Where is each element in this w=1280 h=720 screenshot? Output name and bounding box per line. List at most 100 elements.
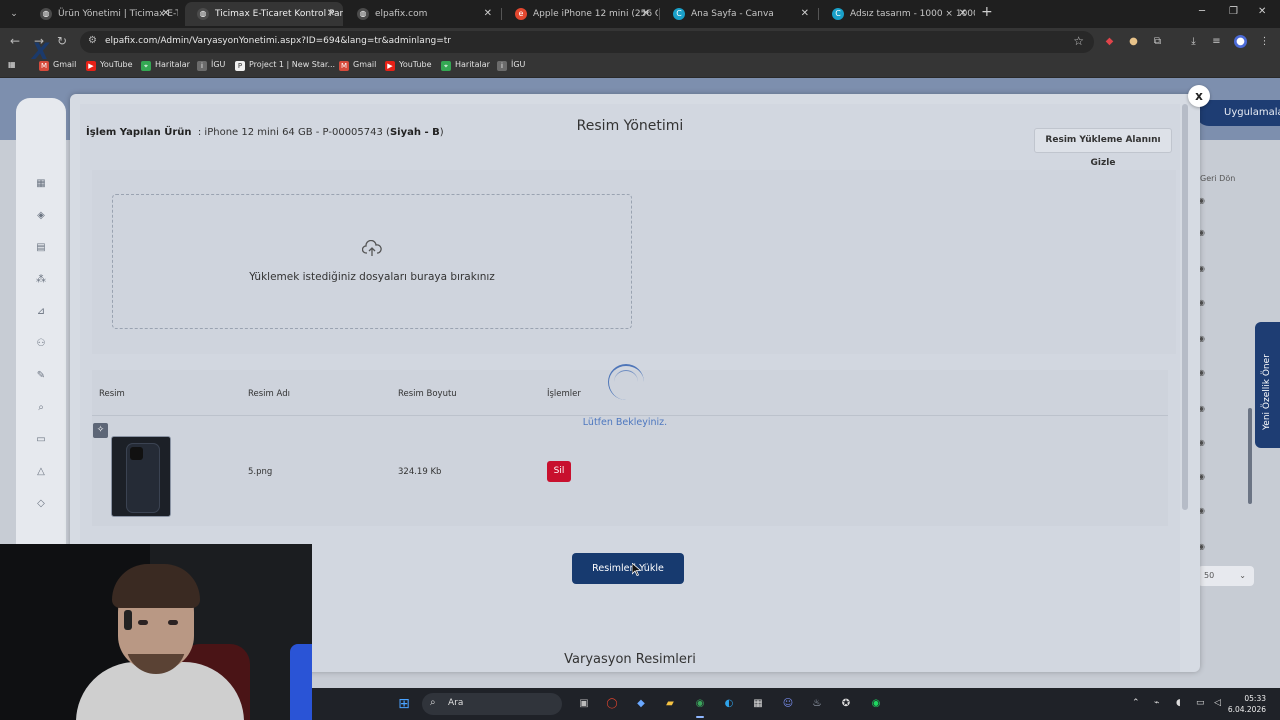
tab-canva-home[interactable]: C Ana Sayfa - Canva ✕ xyxy=(661,2,817,26)
site-info-icon[interactable]: ⚙ xyxy=(88,35,97,46)
new-tab-icon[interactable]: + xyxy=(981,4,993,20)
close-tab-icon[interactable]: ✕ xyxy=(162,2,170,26)
project-icon: P xyxy=(235,61,245,71)
omnibox[interactable]: ⚙ elpafix.com/Admin/VaryasyonYonetimi.as… xyxy=(80,31,1094,53)
opera-icon[interactable]: ◯ xyxy=(604,696,620,712)
windows-start-icon[interactable]: ⊞ xyxy=(396,696,412,712)
media-icon[interactable]: ≡ xyxy=(1210,35,1223,48)
file-explorer-icon[interactable]: ▰ xyxy=(662,696,678,712)
close-tab-icon[interactable]: ✕ xyxy=(642,2,650,26)
bookmark-youtube[interactable]: ▶ YouTube xyxy=(385,60,432,71)
taskbar-search[interactable]: ⌕ Ara xyxy=(422,693,562,715)
steam-icon[interactable]: ♨ xyxy=(809,696,825,712)
volume-icon[interactable]: ◁ xyxy=(1214,698,1221,708)
yeni-ozellik-oner-button[interactable]: Yeni Özellik Öner xyxy=(1255,322,1280,448)
column-header-resim-adi: Resim Adı xyxy=(248,389,290,399)
bookmark-label: Project 1 | New Star... xyxy=(249,60,336,69)
file-dropzone[interactable] xyxy=(112,194,632,329)
box-icon[interactable]: ◈ xyxy=(34,210,48,222)
bookmark-maps[interactable]: ⌖ Haritalar xyxy=(141,60,190,71)
tab-urun-yonetimi[interactable]: ◍ Ürün Yönetimi | Ticimax E-Ticar ✕ xyxy=(28,2,178,26)
canva-icon: C xyxy=(673,8,685,20)
close-window-icon[interactable]: ✕ xyxy=(1258,6,1266,17)
close-tab-icon[interactable]: ✕ xyxy=(959,2,967,26)
extensions-puzzle-icon[interactable]: ⧉ xyxy=(1151,35,1164,48)
bookmark-label: İGU xyxy=(511,60,526,69)
menu-kebab-icon[interactable]: ⋮ xyxy=(1258,35,1271,48)
dashboard-icon[interactable]: ▦ xyxy=(34,178,48,190)
minimize-icon[interactable]: ─ xyxy=(1199,6,1205,17)
bookmark-gmail[interactable]: M Gmail xyxy=(339,60,376,71)
bookmark-igu[interactable]: i İGU xyxy=(197,60,225,71)
modal-scrollbar[interactable] xyxy=(1182,104,1188,510)
tab-search-icon[interactable]: ⌄ xyxy=(6,6,22,22)
tab-title: Apple iPhone 12 mini (256 GB) xyxy=(533,9,658,19)
column-header-resim-boyutu: Resim Boyutu xyxy=(398,389,457,399)
bookmark-label: YouTube xyxy=(399,60,432,69)
tab-ticimax-panel[interactable]: ◍ Ticimax E-Ticaret Kontrol Paneli ✕ xyxy=(185,2,343,26)
bookmark-youtube[interactable]: ▶ YouTube xyxy=(86,60,133,71)
tab-apple-iphone[interactable]: e Apple iPhone 12 mini (256 GB) ✕ xyxy=(503,2,658,26)
hide-upload-area-button[interactable]: Resim Yükleme Alanını Gizle xyxy=(1034,128,1172,168)
close-tab-icon[interactable]: ✕ xyxy=(327,2,335,26)
extension-icon[interactable]: ● xyxy=(1127,35,1140,48)
page-scrollbar[interactable] xyxy=(1248,408,1252,504)
apps-grid-icon[interactable]: ▦ xyxy=(8,60,16,69)
back-icon[interactable]: ← xyxy=(10,34,20,48)
tag-icon[interactable]: ◇ xyxy=(34,498,48,510)
task-view-icon[interactable]: ▣ xyxy=(576,696,592,712)
mouse-cursor-icon xyxy=(632,563,641,576)
network-icon[interactable]: ⌁ xyxy=(1154,698,1159,708)
geri-don-link[interactable]: Geri Dön xyxy=(1200,174,1235,183)
edge-icon[interactable]: ◐ xyxy=(721,696,737,712)
bookmark-maps[interactable]: ⌖ Haritalar xyxy=(441,60,490,71)
tab-canva-design[interactable]: C Adsız tasarım - 1000 × 1000 px ✕ xyxy=(820,2,975,26)
extension-icon[interactable]: ◆ xyxy=(1103,35,1116,48)
restore-icon[interactable]: ❐ xyxy=(1229,6,1238,17)
store-icon[interactable]: ▦ xyxy=(750,696,766,712)
bookmark-label: Haritalar xyxy=(455,60,490,69)
crop-tool-icon[interactable]: ✧ xyxy=(93,423,108,438)
display-icon[interactable]: ▭ xyxy=(1196,698,1205,708)
brush-icon[interactable]: ✎ xyxy=(34,370,48,382)
page-size-select[interactable]: 50 ⌄ xyxy=(1198,566,1254,586)
spotify-icon[interactable]: ◉ xyxy=(868,696,884,712)
product-label: İşlem Yapılan Ürün xyxy=(86,127,192,138)
reload-icon[interactable]: ↻ xyxy=(57,34,67,48)
modal-close-button[interactable]: x xyxy=(1188,85,1210,107)
uygulamalar-button[interactable]: Uygulamalar xyxy=(1196,100,1280,126)
download-icon[interactable]: ⤓ xyxy=(1187,35,1200,48)
globe-icon: ◍ xyxy=(357,8,369,20)
chrome-icon[interactable]: ◉ xyxy=(692,696,708,712)
discord-icon[interactable]: ☺ xyxy=(780,696,796,712)
close-tab-icon[interactable]: ✕ xyxy=(484,2,492,26)
table-header-divider xyxy=(92,415,1168,416)
document-icon[interactable]: ▭ xyxy=(34,434,48,446)
tab-separator xyxy=(501,8,502,20)
bookmark-igu[interactable]: i İGU xyxy=(497,60,526,71)
image-thumbnail[interactable] xyxy=(111,436,171,517)
modal-title: Resim Yönetimi xyxy=(576,118,684,134)
tray-overflow-icon[interactable]: ⌃ xyxy=(1132,698,1140,708)
bookmark-project[interactable]: P Project 1 | New Star... xyxy=(235,60,336,71)
app-icon[interactable]: ✪ xyxy=(838,696,854,712)
orders-icon[interactable]: ▤ xyxy=(34,242,48,254)
upload-images-button[interactable]: Resimleri Yükle xyxy=(572,553,684,584)
network-icon[interactable]: ⁂ xyxy=(34,274,48,286)
profile-avatar[interactable]: ● xyxy=(1234,35,1247,48)
bookmark-star-icon[interactable]: ☆ xyxy=(1073,34,1084,48)
webcam-person-face xyxy=(126,640,186,654)
tab-elpafix[interactable]: ◍ elpafix.com ✕ xyxy=(345,2,500,26)
url-text[interactable]: elpafix.com/Admin/VaryasyonYonetimi.aspx… xyxy=(105,36,451,46)
search-icon[interactable]: ⌕ xyxy=(34,402,48,414)
copilot-icon[interactable]: ◆ xyxy=(633,696,649,712)
delete-image-button[interactable]: Sil xyxy=(547,461,571,482)
gmail-icon: M xyxy=(339,61,349,71)
taskbar-clock[interactable]: 05:33 6.04.2026 xyxy=(1224,693,1266,715)
triangle-icon[interactable]: △ xyxy=(34,466,48,478)
close-tab-icon[interactable]: ✕ xyxy=(801,2,809,26)
users-icon[interactable]: ⚇ xyxy=(34,338,48,350)
mic-icon[interactable]: ◖ xyxy=(1176,698,1181,708)
tab-separator xyxy=(818,8,819,20)
megaphone-icon[interactable]: ⊿ xyxy=(34,306,48,318)
